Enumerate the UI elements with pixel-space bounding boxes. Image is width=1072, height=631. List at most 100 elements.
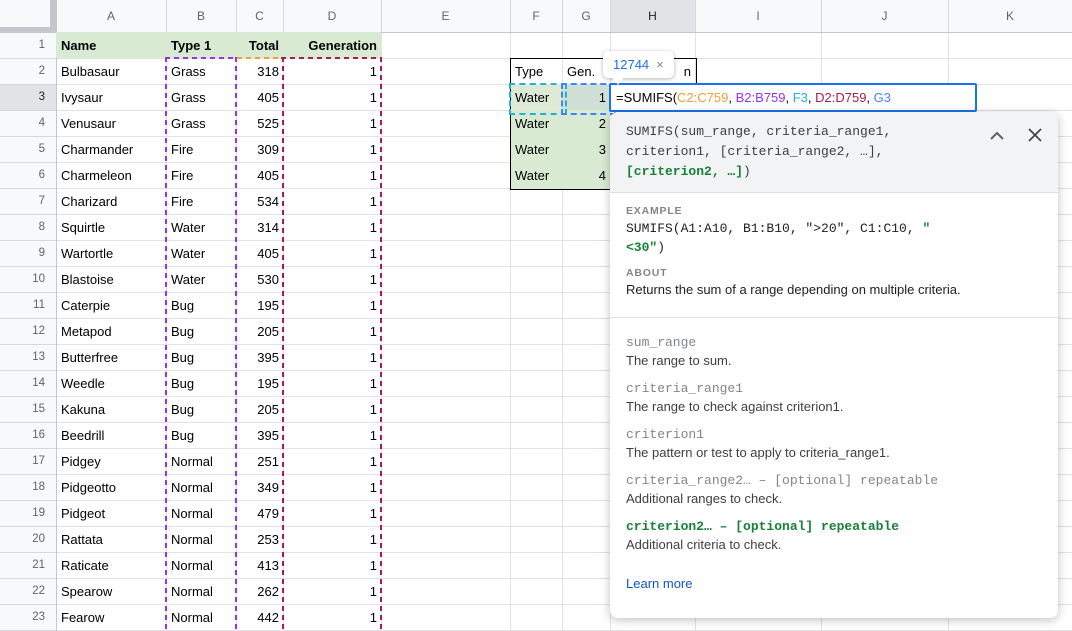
cell-B17[interactable]: Normal: [166, 448, 236, 474]
cell-C4[interactable]: 525: [236, 110, 283, 136]
cell-C12[interactable]: 205: [236, 318, 283, 344]
cell-C13[interactable]: 395: [236, 344, 283, 370]
column-header-J[interactable]: J: [821, 0, 948, 32]
cell-D15[interactable]: 1: [283, 396, 381, 422]
row-header-15[interactable]: 15: [0, 396, 56, 422]
column-header-K[interactable]: K: [948, 0, 1072, 32]
column-header-F[interactable]: F: [510, 0, 562, 32]
cell-B9[interactable]: Water: [166, 240, 236, 266]
cell-D23[interactable]: 1: [283, 604, 381, 630]
cell-B18[interactable]: Normal: [166, 474, 236, 500]
cell-A9[interactable]: Wartortle: [56, 240, 166, 266]
cell-B14[interactable]: Bug: [166, 370, 236, 396]
row-header-9[interactable]: 9: [0, 240, 56, 266]
cell-B4[interactable]: Grass: [166, 110, 236, 136]
cell-A2[interactable]: Bulbasaur: [56, 58, 166, 84]
cell-C18[interactable]: 349: [236, 474, 283, 500]
cell-B10[interactable]: Water: [166, 266, 236, 292]
cell-A5[interactable]: Charmander: [56, 136, 166, 162]
main-table-header-name[interactable]: Name: [56, 32, 166, 58]
cell-A16[interactable]: Beedrill: [56, 422, 166, 448]
cell-B21[interactable]: Normal: [166, 552, 236, 578]
cell-C23[interactable]: 442: [236, 604, 283, 630]
row-header-19[interactable]: 19: [0, 500, 56, 526]
cell-C2[interactable]: 318: [236, 58, 283, 84]
cell-A18[interactable]: Pidgeotto: [56, 474, 166, 500]
cell-C21[interactable]: 413: [236, 552, 283, 578]
cell-A8[interactable]: Squirtle: [56, 214, 166, 240]
column-header-H[interactable]: H: [610, 0, 695, 32]
row-header-7[interactable]: 7: [0, 188, 56, 214]
cell-F6[interactable]: Water: [510, 162, 562, 188]
cell-B12[interactable]: Bug: [166, 318, 236, 344]
cell-A7[interactable]: Charizard: [56, 188, 166, 214]
cell-A12[interactable]: Metapod: [56, 318, 166, 344]
cell-C8[interactable]: 314: [236, 214, 283, 240]
cell-C7[interactable]: 534: [236, 188, 283, 214]
cell-B2[interactable]: Grass: [166, 58, 236, 84]
cell-D17[interactable]: 1: [283, 448, 381, 474]
cell-G5[interactable]: 3: [562, 136, 610, 162]
cell-D2[interactable]: 1: [283, 58, 381, 84]
column-header-G[interactable]: G: [562, 0, 610, 32]
cell-B5[interactable]: Fire: [166, 136, 236, 162]
row-header-17[interactable]: 17: [0, 448, 56, 474]
cell-D8[interactable]: 1: [283, 214, 381, 240]
cell-A13[interactable]: Butterfree: [56, 344, 166, 370]
cell-D5[interactable]: 1: [283, 136, 381, 162]
row-header-8[interactable]: 8: [0, 214, 56, 240]
cell-C11[interactable]: 195: [236, 292, 283, 318]
cell-B13[interactable]: Bug: [166, 344, 236, 370]
cell-G6[interactable]: 4: [562, 162, 610, 188]
cell-A10[interactable]: Blastoise: [56, 266, 166, 292]
cell-B8[interactable]: Water: [166, 214, 236, 240]
cell-A23[interactable]: Fearow: [56, 604, 166, 630]
cell-C22[interactable]: 262: [236, 578, 283, 604]
cell-D20[interactable]: 1: [283, 526, 381, 552]
cell-C17[interactable]: 251: [236, 448, 283, 474]
cell-D13[interactable]: 1: [283, 344, 381, 370]
close-help-button[interactable]: [1026, 126, 1044, 144]
column-header-E[interactable]: E: [381, 0, 510, 32]
row-header-10[interactable]: 10: [0, 266, 56, 292]
cell-C3[interactable]: 405: [236, 84, 283, 110]
cell-B23[interactable]: Normal: [166, 604, 236, 630]
cell-editor[interactable]: =SUMIFS(C2:C759, B2:B759, F3, D2:D759, G…: [609, 83, 977, 112]
cell-A14[interactable]: Weedle: [56, 370, 166, 396]
cell-A4[interactable]: Venusaur: [56, 110, 166, 136]
cell-B16[interactable]: Bug: [166, 422, 236, 448]
learn-more-link[interactable]: Learn more: [626, 576, 692, 591]
cell-C15[interactable]: 205: [236, 396, 283, 422]
column-header-A[interactable]: A: [56, 0, 166, 32]
cell-D19[interactable]: 1: [283, 500, 381, 526]
row-header-14[interactable]: 14: [0, 370, 56, 396]
row-header-5[interactable]: 5: [0, 136, 56, 162]
row-header-16[interactable]: 16: [0, 422, 56, 448]
row-header-23[interactable]: 23: [0, 604, 56, 630]
cell-D22[interactable]: 1: [283, 578, 381, 604]
cell-D4[interactable]: 1: [283, 110, 381, 136]
cell-A6[interactable]: Charmeleon: [56, 162, 166, 188]
cell-A19[interactable]: Pidgeot: [56, 500, 166, 526]
row-header-2[interactable]: 2: [0, 58, 56, 84]
cell-D12[interactable]: 1: [283, 318, 381, 344]
collapse-button[interactable]: [988, 126, 1006, 144]
cell-B11[interactable]: Bug: [166, 292, 236, 318]
cell-C6[interactable]: 405: [236, 162, 283, 188]
cell-A21[interactable]: Raticate: [56, 552, 166, 578]
cell-B15[interactable]: Bug: [166, 396, 236, 422]
column-header-B[interactable]: B: [166, 0, 236, 32]
cell-D18[interactable]: 1: [283, 474, 381, 500]
cell-D7[interactable]: 1: [283, 188, 381, 214]
cell-C20[interactable]: 253: [236, 526, 283, 552]
cell-A11[interactable]: Caterpie: [56, 292, 166, 318]
cell-B20[interactable]: Normal: [166, 526, 236, 552]
cell-A3[interactable]: Ivysaur: [56, 84, 166, 110]
row-header-13[interactable]: 13: [0, 344, 56, 370]
cell-D9[interactable]: 1: [283, 240, 381, 266]
cell-C19[interactable]: 479: [236, 500, 283, 526]
column-header-D[interactable]: D: [283, 0, 381, 32]
cell-C10[interactable]: 530: [236, 266, 283, 292]
row-header-11[interactable]: 11: [0, 292, 56, 318]
main-table-header-generation[interactable]: Generation: [283, 32, 381, 58]
